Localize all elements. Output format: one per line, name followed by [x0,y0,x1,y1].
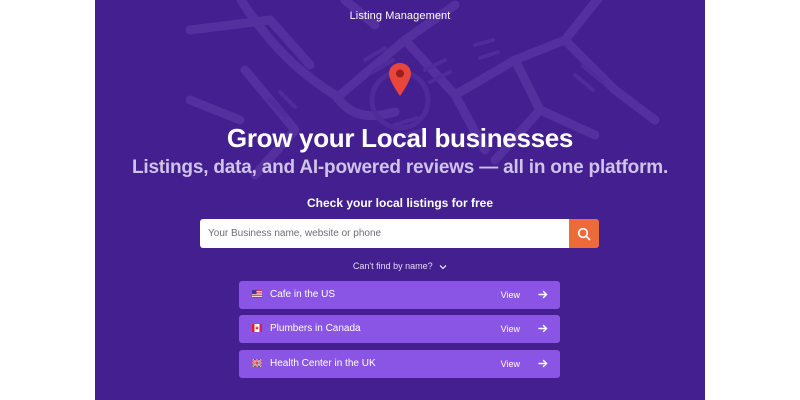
listing-label: Cafe in the US [270,289,336,300]
canada-flag-icon [252,324,262,332]
search-icon [577,227,591,240]
chevron-down-icon [439,264,447,270]
search-heading: Check your local listings for free [306,196,494,210]
us-flag-icon [252,290,262,298]
arrow-right-icon [538,324,548,333]
business-search-input[interactable] [200,219,569,248]
search-button[interactable] [569,219,599,248]
hero-section: Listing Management Grow your Local busin… [95,0,705,400]
listing-label: Health Center in the UK [270,358,376,369]
cant-find-label: Can't find by name? [352,261,433,271]
uk-flag-icon [252,359,262,367]
cant-find-toggle[interactable]: Can't find by name? [95,261,705,271]
listing-label: Plumbers in Canada [270,323,361,334]
page-title: Grow your Local businesses [226,123,574,153]
map-pin-icon [389,63,411,96]
listing-cafe-us[interactable]: Cafe in the US View [239,281,560,309]
listing-plumbers-canada[interactable]: Plumbers in Canada View [239,315,560,343]
arrow-right-icon [538,290,548,299]
view-link[interactable]: View [501,324,520,334]
eyebrow-label: Listing Management [349,10,451,22]
view-link[interactable]: View [501,359,520,369]
view-link[interactable]: View [501,290,520,300]
arrow-right-icon [538,359,548,368]
page-subtitle: Listings, data, and AI-powered reviews —… [131,157,669,178]
listing-health-center-uk[interactable]: Health Center in the UK View [239,350,560,378]
